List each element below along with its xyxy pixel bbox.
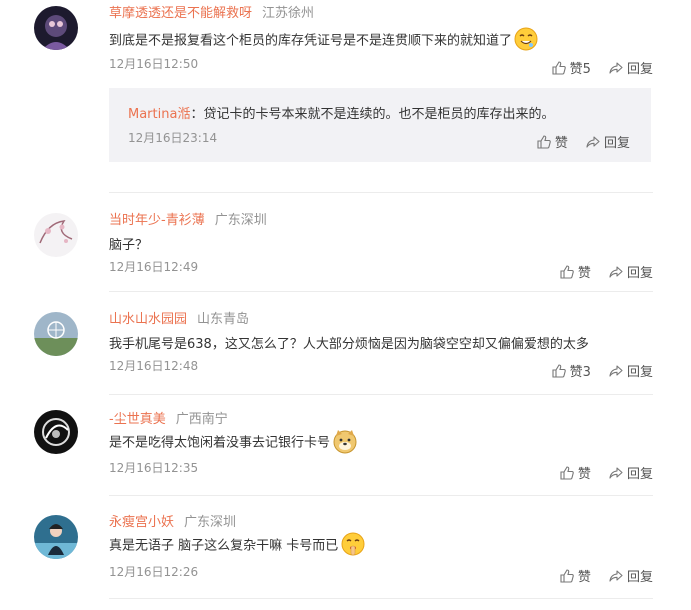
divider — [109, 495, 653, 496]
thumbs-up-icon — [560, 465, 574, 480]
forward-arrow-icon — [609, 364, 623, 377]
comment-text: 我手机尾号是638，这又怎么了？人大部分烦恼是因为脑袋空空却又偏偏爱想的太多 — [109, 337, 589, 352]
reply-button[interactable]: 回复 — [609, 361, 653, 380]
thumbs-up-icon — [552, 60, 566, 75]
thumbs-up-icon — [552, 363, 566, 378]
comment-location: 山东青岛 — [197, 312, 250, 327]
reply-username[interactable]: Martina湉 — [128, 107, 190, 122]
forward-arrow-icon — [609, 569, 623, 582]
reply-button[interactable]: 回复 — [609, 262, 653, 281]
like-button[interactable]: 赞 — [537, 132, 568, 151]
comment-username[interactable]: 山水山水园园 — [109, 312, 187, 327]
reply-label: 回复 — [626, 266, 653, 281]
like-button[interactable]: 赞 — [560, 566, 591, 585]
avatar[interactable] — [34, 515, 78, 559]
comment-time: 12月16日12:35 — [109, 461, 199, 475]
reply-box: Martina湉：贷记卡的卡号本来就不是连续的。也不是柜员的库存出来的。 12月… — [109, 88, 651, 162]
like-label: 赞3 — [569, 365, 591, 380]
reply-label: 回复 — [626, 62, 653, 77]
comment-username[interactable]: -尘世真美 — [109, 412, 166, 427]
reply-button[interactable]: 回复 — [586, 132, 630, 151]
comment-text: 到底是不是报复看这个柜员的库存凭证号是不是连贯顺下来的就知道了 — [109, 33, 513, 49]
comment-time: 12月16日12:49 — [109, 260, 199, 274]
divider — [109, 291, 653, 292]
thumbs-up-icon — [537, 134, 551, 149]
reply-text: ：贷记卡的卡号本来就不是连续的。也不是柜员的库存出来的。 — [190, 107, 555, 122]
reply-time: 12月16日23:14 — [128, 131, 218, 145]
thumbs-up-icon — [560, 264, 574, 279]
avatar[interactable] — [34, 6, 78, 50]
comment-username[interactable]: 草摩透透还是不能解救呀 — [109, 6, 252, 21]
reply-label: 回复 — [626, 570, 653, 585]
comment-username[interactable]: 永瘦宫小妖 — [109, 515, 174, 530]
avatar[interactable] — [34, 213, 78, 257]
forward-arrow-icon — [609, 265, 623, 278]
divider — [109, 394, 653, 395]
divider — [109, 598, 653, 599]
comment-username[interactable]: 当时年少-青衫薄 — [109, 213, 205, 228]
shushing-face-emoji — [340, 531, 366, 561]
reply-label: 回复 — [603, 136, 630, 151]
comment-time: 12月16日12:50 — [109, 57, 199, 71]
comment-location: 广东深圳 — [184, 515, 237, 530]
like-button[interactable]: 赞5 — [552, 58, 591, 77]
drooling-face-emoji — [514, 27, 538, 55]
comment-location: 广西南宁 — [175, 412, 228, 427]
comment-time: 12月16日12:48 — [109, 359, 199, 373]
like-button[interactable]: 赞3 — [552, 361, 591, 380]
comment-time: 12月16日12:26 — [109, 565, 199, 579]
forward-arrow-icon — [609, 466, 623, 479]
reply-label: 回复 — [626, 365, 653, 380]
reply-button[interactable]: 回复 — [609, 463, 653, 482]
divider — [109, 192, 653, 193]
forward-arrow-icon — [586, 135, 600, 148]
comment-text: 是不是吃得太饱闲着没事去记银行卡号 — [109, 435, 331, 451]
like-button[interactable]: 赞 — [560, 262, 591, 281]
comment-location: 广东深圳 — [214, 213, 267, 228]
like-label: 赞 — [554, 136, 568, 151]
like-label: 赞 — [577, 570, 591, 585]
reply-button[interactable]: 回复 — [609, 58, 653, 77]
like-label: 赞 — [577, 467, 591, 482]
thumbs-up-icon — [560, 568, 574, 583]
reply-label: 回复 — [626, 467, 653, 482]
like-button[interactable]: 赞 — [560, 463, 591, 482]
forward-arrow-icon — [609, 61, 623, 74]
avatar[interactable] — [34, 410, 78, 454]
doge-emoji — [332, 428, 358, 458]
like-label: 赞5 — [569, 62, 591, 77]
comment-location: 江苏徐州 — [262, 6, 315, 21]
comment-text: 真是无语子 脑子这么复杂干嘛 卡号而已 — [109, 538, 339, 554]
reply-button[interactable]: 回复 — [609, 566, 653, 585]
comment-text: 脑子？ — [109, 238, 149, 253]
avatar[interactable] — [34, 312, 78, 356]
like-label: 赞 — [577, 266, 591, 281]
